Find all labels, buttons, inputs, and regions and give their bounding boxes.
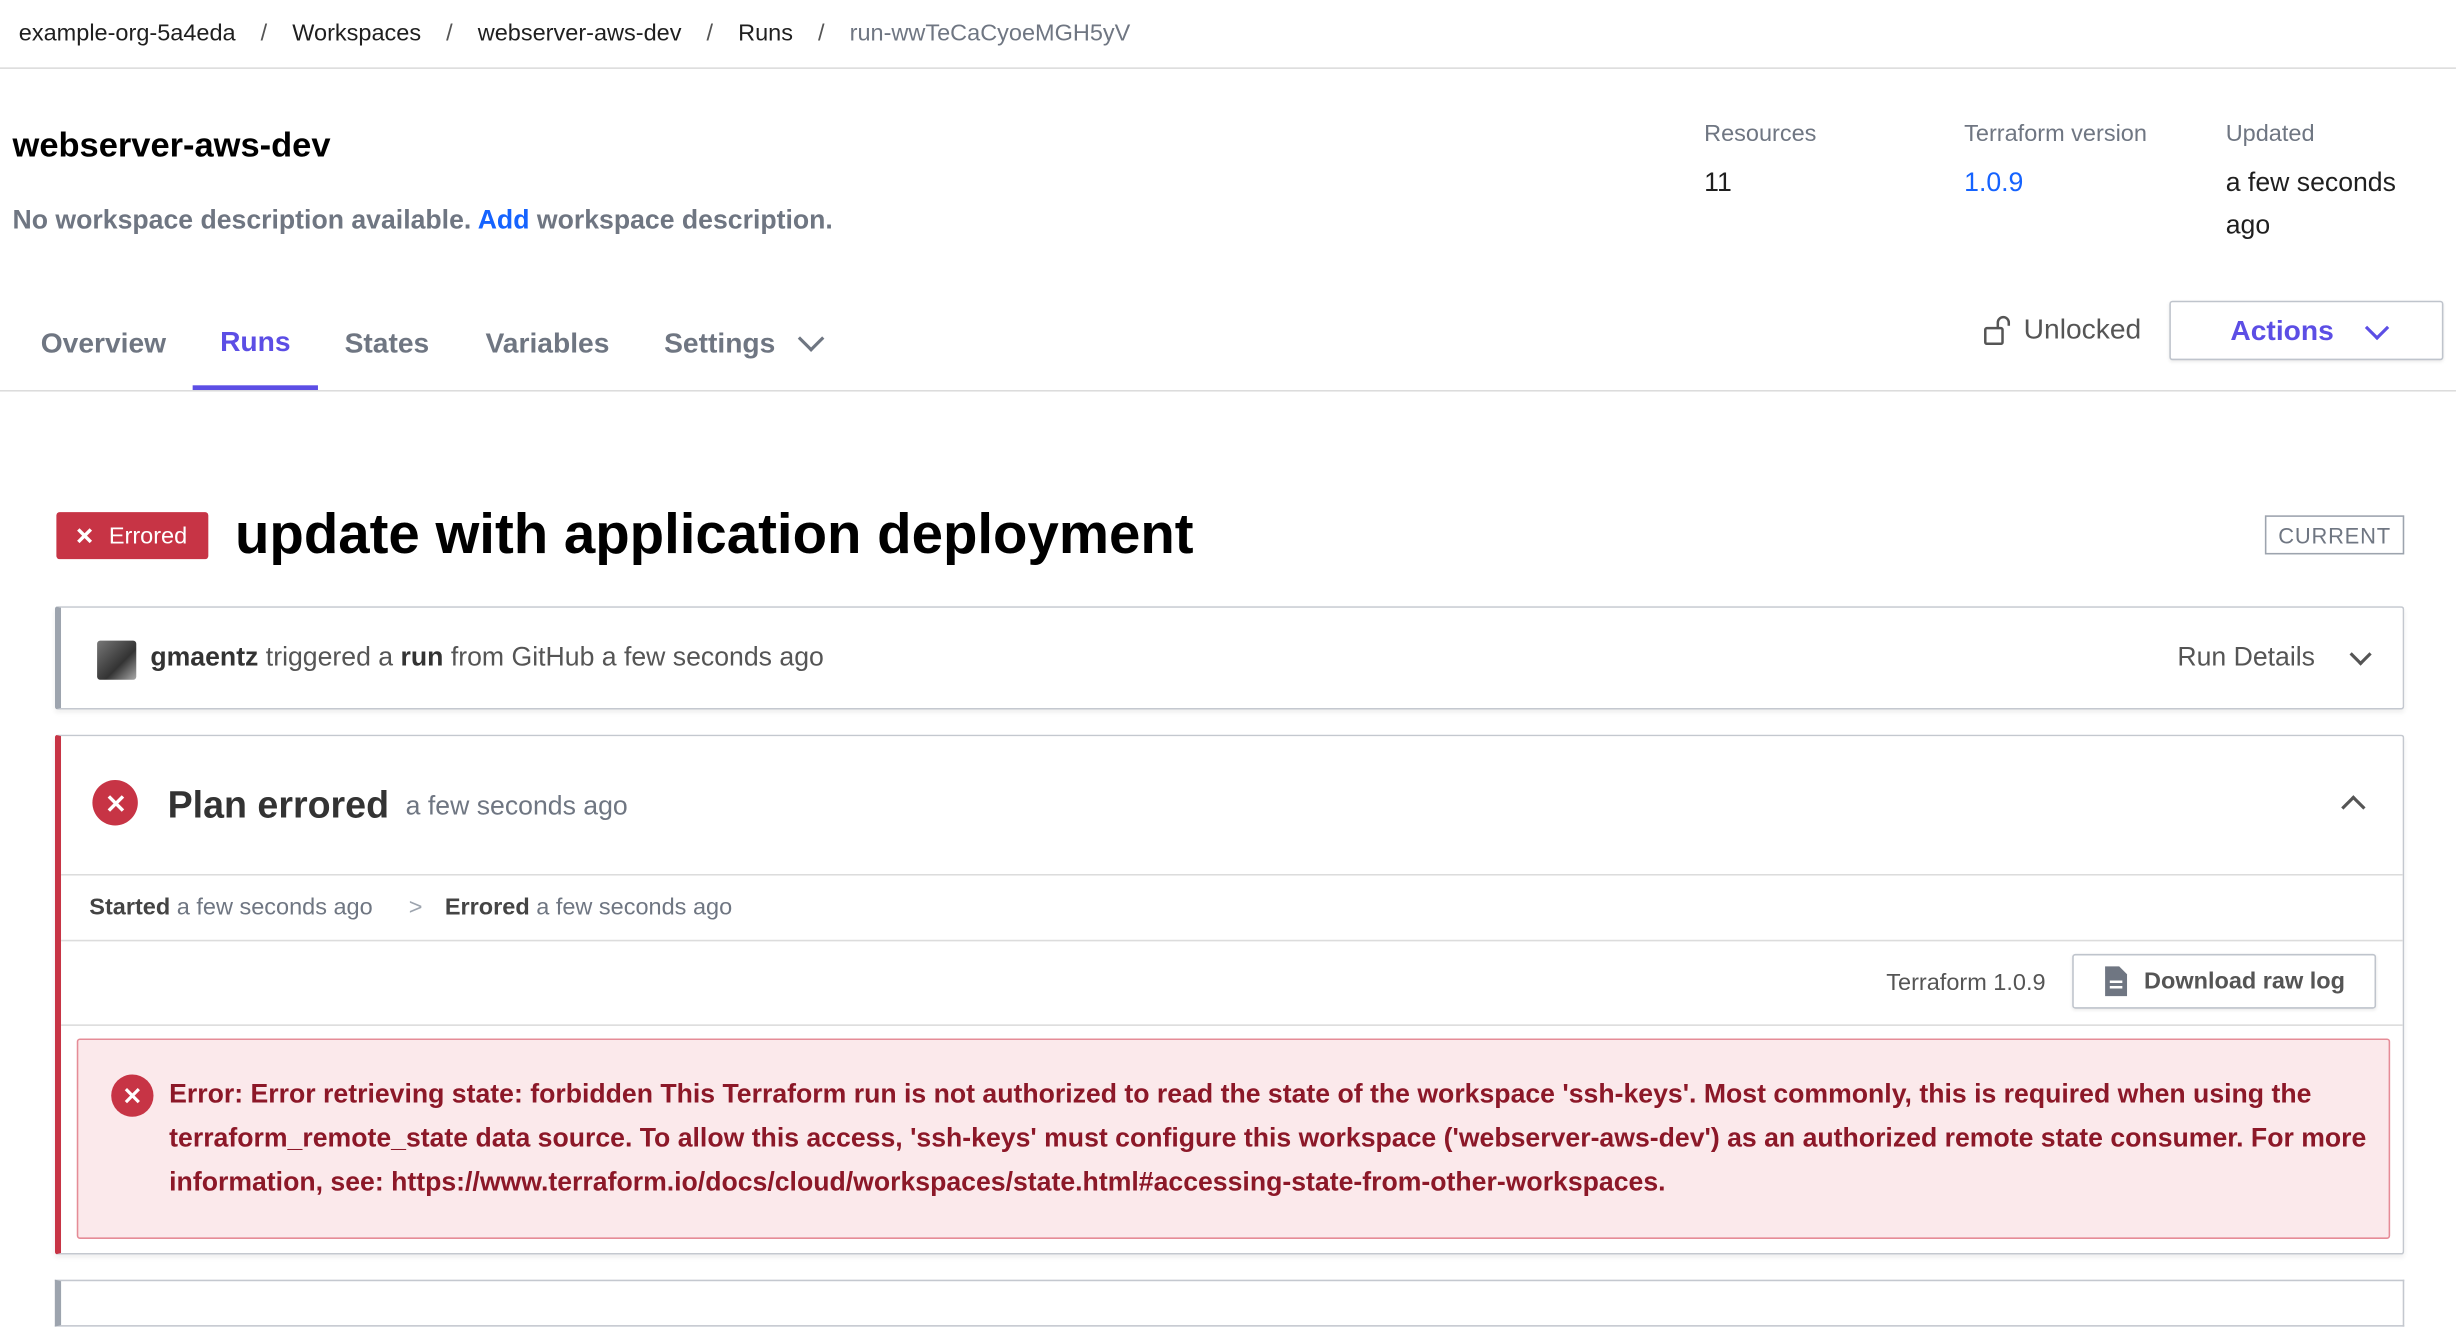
plan-card: Plan errored a few seconds ago Started a… <box>54 734 2405 1255</box>
error-message: Error: Error retrieving state: forbidden… <box>169 1079 2367 1197</box>
trigger-text: gmaentz triggered a run from GitHub a fe… <box>150 642 823 673</box>
lock-label: Unlocked <box>2023 313 2142 345</box>
resources-value: 11 <box>1704 167 1732 198</box>
workspace-title: webserver-aws-dev <box>12 125 331 165</box>
tab-settings[interactable]: Settings <box>664 298 825 389</box>
breadcrumb-separator: / <box>260 20 268 47</box>
breadcrumb-separator: / <box>446 20 453 47</box>
tab-overview[interactable]: Overview <box>41 298 166 389</box>
breadcrumb-workspaces[interactable]: Workspaces <box>292 20 421 47</box>
updated-value: a few seconds ago <box>2225 167 2396 240</box>
plan-title: Plan errored <box>167 784 390 828</box>
breadcrumb-run-id: run-wwTeCaCyoeMGH5yV <box>849 20 1131 47</box>
breadcrumb-runs[interactable]: Runs <box>738 20 793 47</box>
apply-card <box>54 1279 2405 1327</box>
meta-updated: Updated a few seconds ago <box>2226 121 2445 246</box>
download-raw-log-button[interactable]: Download raw log <box>2072 953 2377 1009</box>
error-circle-icon <box>92 780 138 826</box>
error-message-box: Error: Error retrieving state: forbidden… <box>76 1038 2391 1239</box>
errored-time: a few seconds ago <box>536 894 733 921</box>
tab-variables[interactable]: Variables <box>486 298 610 389</box>
run-details-toggle[interactable]: Run Details <box>2177 642 2372 673</box>
close-icon <box>77 528 93 544</box>
run-details-label: Run Details <box>2177 642 2315 672</box>
trigger-run-word: run <box>400 642 444 672</box>
breadcrumb-workspace[interactable]: webserver-aws-dev <box>478 20 682 47</box>
terraform-version: Terraform 1.0.9 <box>1886 969 2046 997</box>
tab-label: States <box>344 326 430 358</box>
status-badge: Errored <box>56 512 209 560</box>
workspace-description: No workspace description available. Add … <box>13 205 833 236</box>
timeline-arrow: > <box>408 894 423 921</box>
updated-label: Updated <box>2225 120 2315 148</box>
description-text: No workspace description available. <box>12 205 472 235</box>
meta-resources: Resources 11 <box>1704 121 1816 204</box>
terraform-version-link[interactable]: 1.0.9 <box>1964 161 2147 203</box>
actions-label: Actions <box>2230 314 2334 346</box>
document-icon <box>2104 966 2127 997</box>
resources-label: Resources <box>1704 120 1817 148</box>
plan-timeline: Started a few seconds ago > Errored a fe… <box>61 874 2403 942</box>
error-circle-icon <box>111 1074 154 1117</box>
description-suffix: workspace description. <box>536 205 833 235</box>
trigger-text-1: triggered a <box>265 642 394 672</box>
chevron-up-icon[interactable] <box>2341 795 2366 820</box>
breadcrumb: example-org-5a4eda / Workspaces / webser… <box>0 0 2456 69</box>
tab-label: Runs <box>220 325 291 357</box>
tab-states[interactable]: States <box>345 298 430 389</box>
actions-button[interactable]: Actions <box>2169 300 2444 361</box>
trigger-user[interactable]: gmaentz <box>150 642 258 672</box>
tab-runs[interactable]: Runs <box>192 298 318 391</box>
breadcrumb-separator: / <box>706 20 714 47</box>
chevron-down-icon <box>797 325 825 352</box>
plan-errored: Errored a few seconds ago <box>445 894 732 921</box>
plan-header[interactable]: Plan errored a few seconds ago <box>61 736 2403 876</box>
download-label: Download raw log <box>2143 967 2346 995</box>
plan-started: Started a few seconds ago <box>89 894 372 921</box>
trigger-text-2: from GitHub a few seconds ago <box>450 642 824 672</box>
tab-label: Settings <box>664 326 776 358</box>
breadcrumb-separator: / <box>818 20 825 47</box>
avatar <box>97 640 137 680</box>
unlock-icon <box>1984 315 2011 345</box>
log-toolbar: Terraform 1.0.9 Download raw log <box>61 940 2403 1026</box>
chevron-down-icon <box>2364 314 2390 340</box>
status-badge-label: Errored <box>108 522 188 549</box>
run-title: update with application deployment <box>234 501 1194 566</box>
started-time: a few seconds ago <box>176 894 373 921</box>
lock-status[interactable]: Unlocked <box>1983 313 2141 346</box>
meta-terraform-version: Terraform version 1.0.9 <box>1964 121 2147 204</box>
plan-time: a few seconds ago <box>405 790 628 821</box>
terraform-version-label: Terraform version <box>1964 120 2147 148</box>
chevron-down-icon <box>2349 643 2372 666</box>
run-trigger-card: gmaentz triggered a run from GitHub a fe… <box>54 606 2405 710</box>
breadcrumb-org[interactable]: example-org-5a4eda <box>19 20 236 47</box>
page: example-org-5a4eda / Workspaces / webser… <box>0 0 2456 1327</box>
add-description-link[interactable]: Add <box>478 205 530 235</box>
current-tag: CURRENT <box>2264 515 2405 555</box>
errored-label: Errored <box>444 894 530 921</box>
tab-label: Overview <box>40 326 167 358</box>
started-label: Started <box>89 894 171 921</box>
tab-label: Variables <box>485 326 610 358</box>
